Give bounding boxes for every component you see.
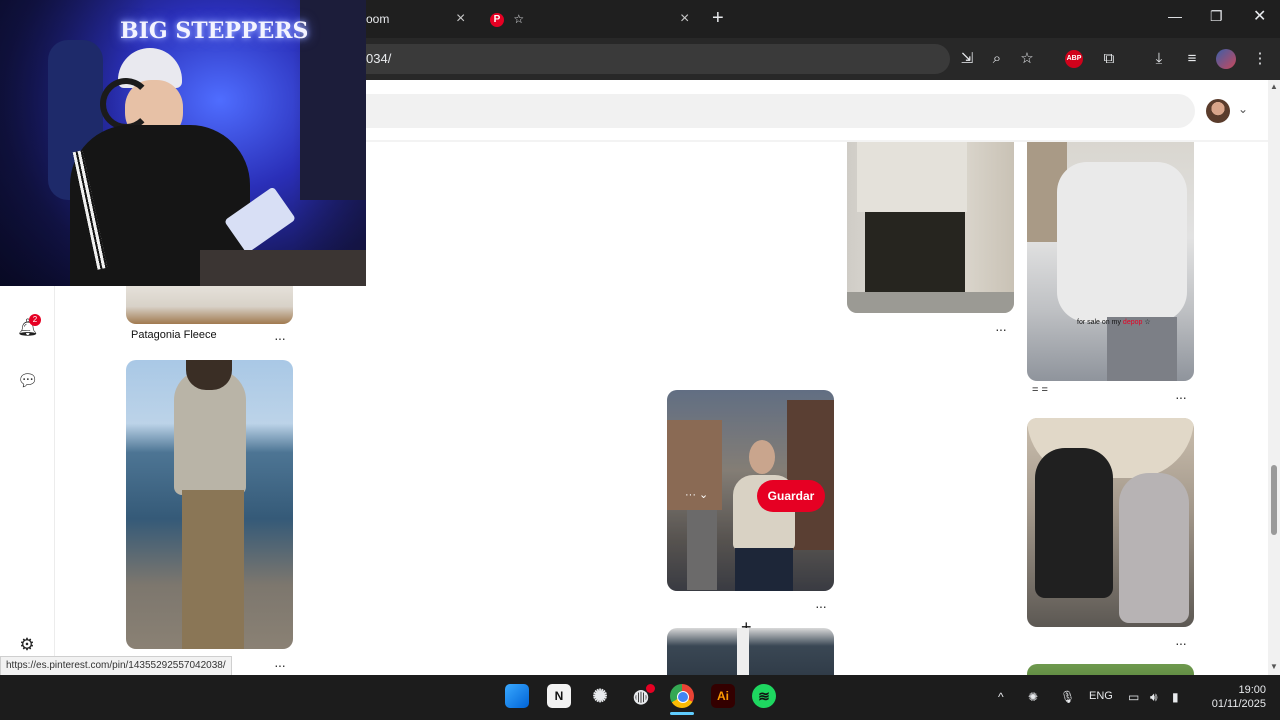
zoom-icon[interactable]: ⌕ xyxy=(987,49,1007,69)
download-icon[interactable]: ⤓ xyxy=(1149,49,1169,69)
desk xyxy=(200,250,366,286)
microphone-icon[interactable]: 🎙︎ xyxy=(1060,690,1075,704)
pin-more-options-icon[interactable]: ··· xyxy=(1175,635,1187,651)
pin-more-options-icon[interactable]: ··· xyxy=(815,598,827,614)
taskbar-clock[interactable]: 19:00 01/11/2025 xyxy=(1196,683,1266,711)
tab-2-close-icon[interactable]: × xyxy=(680,6,689,32)
tab-2-title: ☆ xyxy=(513,12,525,26)
clock-time: 19:00 xyxy=(1238,684,1266,696)
tab-1-close-icon[interactable]: × xyxy=(456,6,465,32)
windows-start-icon[interactable] xyxy=(505,684,529,708)
account-chevron-down-icon[interactable]: ⌄ xyxy=(1238,102,1248,116)
pin-building-image[interactable] xyxy=(667,628,834,675)
new-tab-plus-icon[interactable]: + xyxy=(712,7,724,29)
illustrator-icon[interactable]: Ai xyxy=(711,684,735,708)
pin-patagonia-fleece-image[interactable] xyxy=(126,280,293,324)
chrome-icon[interactable] xyxy=(670,684,694,708)
active-app-indicator xyxy=(670,712,694,715)
chatgpt-icon[interactable]: ✺ xyxy=(588,684,612,708)
minimize-icon[interactable]: — xyxy=(1168,8,1182,24)
install-app-icon[interactable]: ⇲ xyxy=(957,49,977,69)
bookmark-star-icon[interactable]: ☆ xyxy=(1017,49,1037,69)
spotify-icon[interactable]: ≋ xyxy=(752,684,776,708)
user-avatar[interactable] xyxy=(1206,99,1230,123)
notion-icon[interactable]: N xyxy=(547,684,571,708)
display-icon[interactable]: ▭ xyxy=(1128,690,1139,704)
scroll-up-arrow-icon[interactable]: ▲ xyxy=(1270,82,1278,91)
scrollbar-thumb[interactable] xyxy=(1271,465,1277,535)
browser-menu-icon[interactable]: ⋮ xyxy=(1250,49,1270,69)
pin-more-options-icon[interactable]: ··· xyxy=(274,330,286,346)
tab-2[interactable]: P ☆ × xyxy=(490,6,700,32)
pin-board-chevron-down-icon[interactable]: ··· ⌄ xyxy=(685,488,708,501)
neon-sign-text: BIG STEPPERS xyxy=(120,18,309,44)
battery-icon[interactable]: ▮ xyxy=(1172,690,1179,704)
pin-greenery-image[interactable] xyxy=(1027,664,1194,675)
pin-sweater-lake-image[interactable] xyxy=(126,360,293,649)
pin-more-options-icon[interactable]: ··· xyxy=(274,657,286,673)
pin-grey-jacket-image[interactable]: for sale on my depop ☆ xyxy=(1027,142,1194,381)
pin-black-trousers-image[interactable] xyxy=(847,142,1014,313)
webcam-overlay: BIG STEPPERS xyxy=(0,0,366,286)
adblock-icon[interactable]: ABP xyxy=(1065,50,1083,68)
save-button[interactable]: Guardar xyxy=(757,480,825,512)
headphones xyxy=(100,78,152,130)
obs-recording-dot xyxy=(646,684,655,693)
scroll-down-arrow-icon[interactable]: ▼ xyxy=(1270,662,1278,671)
media-control-icon[interactable]: ≡ xyxy=(1182,49,1202,69)
pinterest-favicon-icon: P xyxy=(490,12,504,27)
sidebar-divider xyxy=(54,280,55,675)
page-scrollbar[interactable]: ▲ ▼ xyxy=(1268,80,1280,675)
url-text: 034/ xyxy=(366,51,392,66)
language-indicator[interactable]: ENG xyxy=(1089,690,1113,702)
pin-overlay-text: for sale on my depop ☆ xyxy=(1077,319,1151,326)
pin-puffer-escalator-image[interactable] xyxy=(1027,418,1194,627)
messages-chat-icon[interactable]: 💬︎ xyxy=(17,371,39,391)
browser-profile-avatar[interactable] xyxy=(1216,49,1236,69)
tab-1[interactable]: oom × xyxy=(366,6,476,32)
pin-title[interactable]: Patagonia Fleece xyxy=(131,329,217,341)
link-status-url: https://es.pinterest.com/pin/14355292557… xyxy=(0,656,232,676)
volume-icon[interactable]: 🔊︎ xyxy=(1150,690,1158,705)
tray-overflow-chevron-icon[interactable]: ^ xyxy=(998,690,1004,704)
clock-date: 01/11/2025 xyxy=(1211,698,1266,710)
pin-title[interactable]: = = xyxy=(1032,384,1048,396)
extensions-icon[interactable]: ⧉ xyxy=(1099,49,1119,69)
pin-more-options-icon[interactable]: ··· xyxy=(995,321,1007,337)
restore-icon[interactable]: ❐ xyxy=(1210,8,1223,25)
notification-badge: 2 xyxy=(29,314,41,326)
close-window-icon[interactable]: ✕ xyxy=(1253,6,1266,26)
pin-more-options-icon[interactable]: ··· xyxy=(1175,389,1187,405)
tray-chatgpt-icon[interactable]: ✺ xyxy=(1028,690,1038,704)
settings-gear-icon[interactable]: ⚙ xyxy=(17,635,37,655)
tab-1-title: oom xyxy=(366,12,390,26)
